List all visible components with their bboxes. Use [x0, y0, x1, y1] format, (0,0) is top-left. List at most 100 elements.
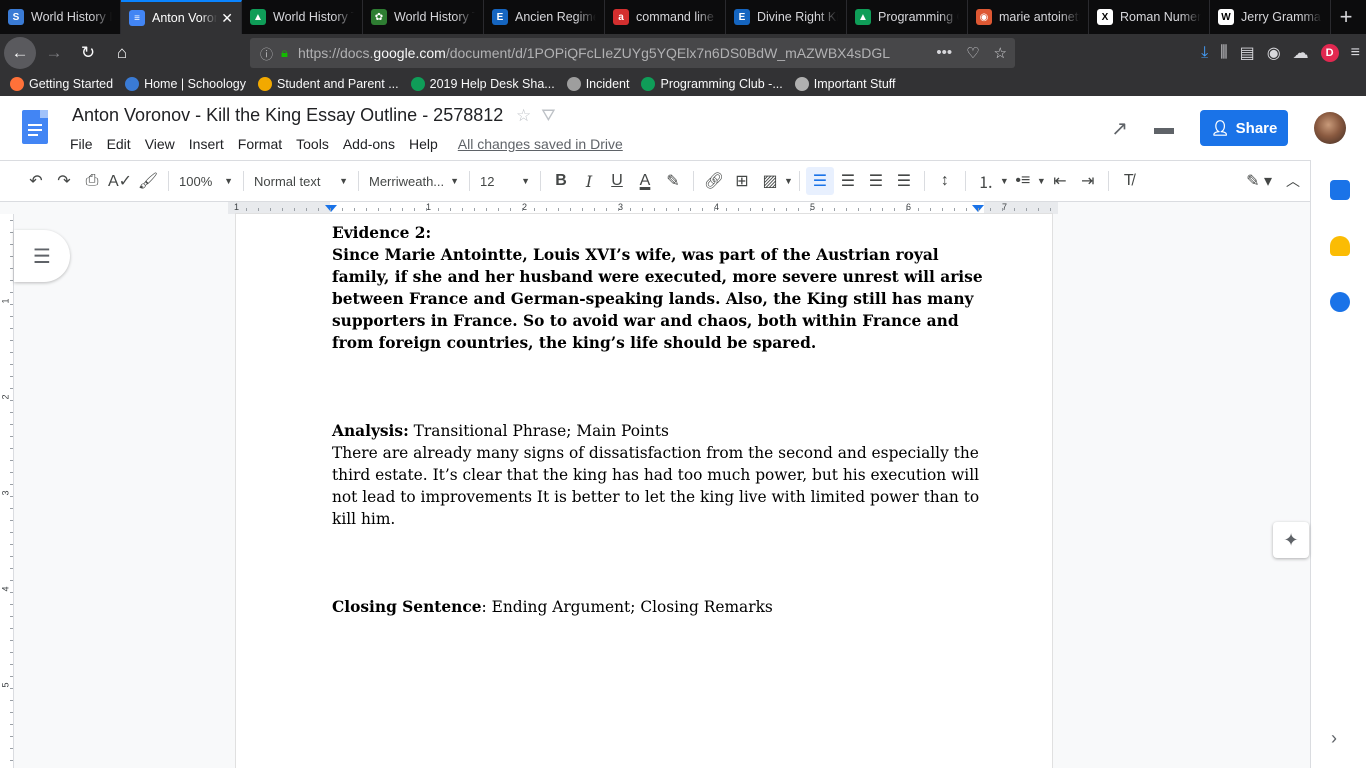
highlight-color-icon[interactable]: ✎ — [659, 167, 687, 195]
browser-tab[interactable]: S World History I — [0, 0, 121, 34]
download-icon[interactable]: ⤓ — [1201, 44, 1208, 62]
align-right-icon[interactable]: ☰ — [862, 167, 890, 195]
decrease-indent-icon[interactable]: ⇤ — [1046, 167, 1074, 195]
google-docs-logo-icon[interactable] — [22, 110, 48, 144]
undo-icon[interactable]: ↶ — [22, 167, 50, 195]
url-bar[interactable]: ⓘ 🔒︎ https://docs.google.com/document/d/… — [250, 38, 1015, 68]
browser-tab[interactable]: E Ancien Regime — [484, 0, 605, 34]
browser-tab[interactable]: ✿ World History T — [363, 0, 484, 34]
spellcheck-icon[interactable]: A✓ — [106, 167, 134, 195]
menu-file[interactable]: File — [70, 136, 93, 152]
tasks-icon[interactable] — [1330, 292, 1350, 312]
browser-tab[interactable]: ◉ marie antoinett — [968, 0, 1089, 34]
page-actions-icon[interactable]: ••• — [936, 44, 952, 62]
pocket-icon[interactable]: ♡ — [966, 44, 979, 62]
bookmark-item[interactable]: Programming Club -... — [641, 77, 783, 91]
close-tab-icon[interactable]: ✕ — [221, 10, 233, 27]
italic-icon[interactable]: I — [575, 167, 603, 195]
url-text[interactable]: https://docs.google.com/document/d/1POPi… — [298, 45, 908, 61]
menu-help[interactable]: Help — [409, 136, 438, 152]
closing-label[interactable]: Closing Sentence — [332, 598, 482, 616]
analysis-paragraph[interactable]: There are already many signs of dissatis… — [332, 442, 987, 530]
insert-link-icon[interactable]: 🔗︎ — [700, 167, 728, 195]
align-left-icon[interactable]: ☰ — [805, 167, 834, 195]
analysis-hint[interactable]: Transitional Phrase; Main Points — [409, 422, 669, 440]
keep-icon[interactable] — [1330, 236, 1350, 256]
comments-icon[interactable]: ▬ — [1154, 117, 1174, 140]
info-icon[interactable]: ⓘ — [260, 44, 273, 63]
account-icon[interactable]: ◉ — [1267, 43, 1281, 63]
activity-dashboard-icon[interactable]: ↗ — [1111, 116, 1128, 141]
menu-format[interactable]: Format — [238, 136, 282, 152]
zoom-select[interactable]: 100% ▼ — [175, 174, 237, 189]
bookmark-item[interactable]: Incident — [566, 77, 629, 91]
browser-tab[interactable]: a command line — [605, 0, 726, 34]
menu-view[interactable]: View — [145, 136, 175, 152]
browser-tab[interactable]: ≡ Anton Voronov ✕ — [121, 0, 242, 34]
document-page[interactable]: Evidence 2: Since Marie Antointte, Louis… — [236, 214, 1052, 768]
browser-tab[interactable]: ▲ Programming C — [847, 0, 968, 34]
browser-tab[interactable]: X Roman Numera — [1089, 0, 1210, 34]
save-status-link[interactable]: All changes saved in Drive — [458, 136, 623, 152]
align-center-icon[interactable]: ☰ — [834, 167, 862, 195]
left-indent-marker[interactable] — [325, 205, 337, 212]
closing-hint[interactable]: : Ending Argument; Closing Remarks — [482, 598, 773, 616]
evidence-heading[interactable]: Evidence 2: — [332, 222, 987, 244]
menu-edit[interactable]: Edit — [107, 136, 131, 152]
chevron-down-icon[interactable]: ▼ — [784, 176, 793, 186]
hide-menus-icon[interactable]: ︿ — [1286, 171, 1300, 191]
explore-button[interactable]: ✦ — [1273, 522, 1309, 558]
bookmark-item[interactable]: Important Stuff — [794, 77, 896, 91]
browser-tab[interactable]: E Divine Right Ki — [726, 0, 847, 34]
profile-avatar[interactable]: D — [1320, 44, 1339, 62]
extension-icon[interactable]: ☁ — [1293, 43, 1309, 63]
browser-tab[interactable]: W Jerry Grammar — [1210, 0, 1331, 34]
star-icon[interactable]: ☆ — [516, 106, 531, 126]
bookmark-item[interactable]: Getting Started — [10, 77, 113, 91]
insert-comment-icon[interactable]: ⊞ — [728, 167, 756, 195]
clear-formatting-icon[interactable]: T̸ — [1115, 167, 1143, 195]
document-outline-button[interactable]: ☰ — [14, 230, 70, 282]
bookmark-item[interactable]: Home | Schoology — [125, 77, 246, 91]
back-button[interactable]: ← — [4, 37, 36, 69]
move-to-folder-icon[interactable]: ⛛ — [541, 106, 555, 126]
insert-image-icon[interactable]: ▨ — [756, 167, 784, 195]
font-select[interactable]: Merriweath... ▼ — [365, 174, 463, 189]
increase-indent-icon[interactable]: ⇥ — [1074, 167, 1102, 195]
paint-format-icon[interactable]: 🖌︎ — [134, 167, 162, 195]
home-button[interactable]: ⌂ — [106, 37, 138, 69]
horizontal-ruler[interactable]: 11234567 — [228, 202, 1058, 214]
menu-addons[interactable]: Add-ons — [343, 136, 395, 152]
closing-line[interactable]: Closing Sentence: Ending Argument; Closi… — [332, 596, 987, 618]
share-button[interactable]: 👤︎ Share — [1200, 110, 1288, 146]
bookmark-star-icon[interactable]: ☆ — [994, 44, 1007, 62]
menu-insert[interactable]: Insert — [189, 136, 224, 152]
evidence-paragraph[interactable]: Since Marie Antointte, Louis XVI’s wife,… — [332, 244, 987, 354]
user-avatar[interactable] — [1314, 112, 1346, 144]
bookmark-item[interactable]: 2019 Help Desk Sha... — [410, 77, 555, 91]
chevron-down-icon[interactable]: ▼ — [1037, 176, 1046, 186]
calendar-icon[interactable] — [1330, 180, 1350, 200]
paragraph-style-select[interactable]: Normal text ▼ — [250, 174, 352, 189]
sidebar-icon[interactable]: ▤ — [1240, 43, 1255, 63]
print-icon[interactable]: ⎙ — [78, 167, 106, 195]
document-body[interactable]: Evidence 2: Since Marie Antointte, Louis… — [332, 222, 987, 618]
bold-icon[interactable]: B — [547, 167, 575, 195]
justify-icon[interactable]: ☰ — [890, 167, 918, 195]
forward-button[interactable]: → — [38, 37, 70, 69]
line-spacing-icon[interactable]: ↕ — [931, 167, 959, 195]
menu-tools[interactable]: Tools — [296, 136, 329, 152]
font-size-select[interactable]: 12 ▼ — [476, 174, 534, 189]
vertical-ruler[interactable]: 1 2 3 4 5 — [0, 214, 14, 768]
bulleted-list-icon[interactable]: •≡ — [1009, 167, 1037, 195]
numbered-list-icon[interactable]: ⒈ — [972, 167, 1000, 195]
editing-mode-icon[interactable]: ✎ ▾ — [1246, 171, 1272, 191]
reload-button[interactable]: ↻ — [72, 37, 104, 69]
show-side-panel-icon[interactable]: › — [1331, 728, 1337, 749]
text-color-icon[interactable]: A — [631, 167, 659, 195]
analysis-label[interactable]: Analysis: — [332, 422, 409, 440]
analysis-line[interactable]: Analysis: Transitional Phrase; Main Poin… — [332, 420, 987, 442]
library-icon[interactable]: ⫼ — [1220, 44, 1227, 62]
underline-icon[interactable]: U — [603, 167, 631, 195]
redo-icon[interactable]: ↷ — [50, 167, 78, 195]
